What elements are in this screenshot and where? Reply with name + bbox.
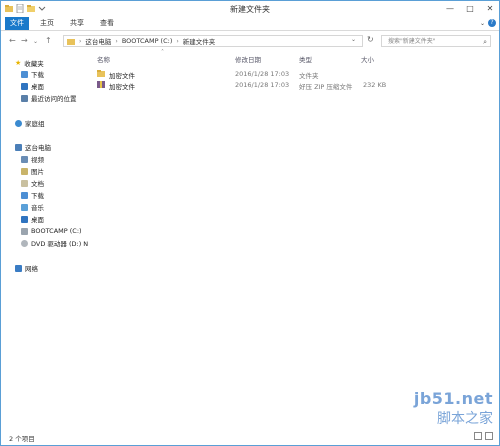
nav-item-dvd-drive[interactable]: DVD 驱动器 (D:) N [21, 238, 88, 248]
file-type: 文件夹 [299, 72, 319, 80]
computer-icon [15, 143, 22, 151]
search-placeholder: 搜索"新建文件夹" [388, 38, 436, 45]
nav-homegroup[interactable]: 家庭组 [15, 118, 45, 128]
breadcrumb-this-pc[interactable]: 这台电脑 [85, 36, 111, 46]
watermark-name: 脚本之家 [437, 411, 493, 427]
navigation-pane: ★ 收藏夹 下载 桌面 最近访问的位置 家庭组 这台电脑 视频 图片 文档 下载… [1, 53, 89, 427]
large-icons-view-icon[interactable] [485, 432, 493, 440]
breadcrumb-drive[interactable]: BOOTCAMP (C:) [122, 37, 173, 45]
desktop-icon [21, 82, 28, 90]
file-date: 2016/1/28 17:03 [235, 70, 290, 78]
back-arrow-icon[interactable]: ← [9, 36, 16, 45]
zip-archive-icon [97, 81, 105, 88]
explorer-window: 新建文件夹 — □ ✕ 文件 主页 共享 查看 ⌄ ? ← → ⌄ ↑ › 这台… [0, 0, 500, 446]
status-bar: 2 个项目 [1, 429, 499, 445]
column-header-name[interactable]: 名称 [97, 54, 110, 64]
file-size: 232 KB [363, 81, 387, 89]
tab-view[interactable]: 查看 [95, 17, 119, 30]
file-name: 加密文件 [109, 83, 135, 91]
download-folder-icon [21, 70, 28, 78]
homegroup-icon [15, 119, 22, 127]
sort-indicator-icon: ˄ [161, 49, 164, 56]
close-button[interactable]: ✕ [485, 4, 495, 13]
view-switcher [474, 432, 493, 440]
refresh-icon[interactable]: ↻ [367, 35, 374, 44]
file-date: 2016/1/28 17:03 [235, 81, 290, 89]
tab-home[interactable]: 主页 [35, 17, 59, 30]
file-row[interactable]: 加密文件 2016/1/28 17:03 文件夹 [97, 69, 397, 80]
watermark: jb51.net 脚本之家 [414, 389, 493, 428]
file-type: 好压 ZIP 压缩文件 [299, 83, 353, 91]
folder-icon [97, 70, 105, 77]
breadcrumb-separator: › [115, 37, 118, 45]
nav-item-desktop[interactable]: 桌面 [21, 81, 44, 91]
details-view-icon[interactable] [474, 432, 482, 440]
nav-item-drive-c[interactable]: BOOTCAMP (C:) [21, 226, 82, 236]
navigation-row: ← → ⌄ ↑ › 这台电脑 › BOOTCAMP (C:) › 新建文件夹 ⌄… [1, 31, 499, 51]
download-folder-icon [21, 191, 28, 199]
documents-folder-icon [21, 179, 28, 187]
file-list: ˄ 名称 修改日期 类型 大小 加密文件 2016/1/28 17:03 文件夹… [89, 49, 499, 427]
drive-icon [21, 227, 28, 235]
item-count: 2 个项目 [9, 435, 35, 443]
minimize-button[interactable]: — [445, 4, 455, 13]
nav-item-desktop-pc[interactable]: 桌面 [21, 214, 44, 224]
network-icon [15, 264, 22, 272]
window-controls: — □ ✕ [445, 4, 495, 13]
title-bar: 新建文件夹 — □ ✕ [1, 1, 499, 17]
nav-item-recent[interactable]: 最近访问的位置 [21, 93, 77, 103]
music-folder-icon [21, 203, 28, 211]
dvd-drive-icon [21, 239, 28, 247]
breadcrumb-separator: › [176, 37, 179, 45]
desktop-icon [21, 215, 28, 223]
tab-file[interactable]: 文件 [5, 17, 29, 30]
forward-arrow-icon[interactable]: → [21, 36, 28, 45]
up-arrow-icon[interactable]: ↑ [45, 36, 52, 45]
nav-network[interactable]: 网络 [15, 263, 38, 273]
nav-item-videos[interactable]: 视频 [21, 154, 44, 164]
file-row[interactable]: 加密文件 2016/1/28 17:03 好压 ZIP 压缩文件 232 KB [97, 80, 397, 91]
maximize-button[interactable]: □ [465, 4, 475, 13]
column-header-date[interactable]: 修改日期 [235, 54, 261, 64]
expand-ribbon-icon[interactable]: ⌄ [480, 20, 485, 27]
window-title: 新建文件夹 [230, 5, 270, 14]
nav-item-documents[interactable]: 文档 [21, 178, 44, 188]
nav-item-downloads[interactable]: 下载 [21, 69, 44, 79]
address-bar[interactable]: › 这台电脑 › BOOTCAMP (C:) › 新建文件夹 [63, 35, 363, 47]
nav-this-pc[interactable]: 这台电脑 [15, 142, 51, 152]
search-box[interactable]: 搜索"新建文件夹" ⌕ [381, 35, 491, 47]
nav-favorites[interactable]: ★ 收藏夹 [15, 58, 44, 68]
folder-icon [67, 38, 75, 45]
address-dropdown-icon[interactable]: ⌄ [351, 36, 356, 43]
breadcrumb-separator: › [79, 37, 82, 45]
watermark-site: jb51.net [413, 389, 493, 408]
column-header-type[interactable]: 类型 [299, 54, 312, 64]
nav-item-pictures[interactable]: 图片 [21, 166, 44, 176]
column-header-size[interactable]: 大小 [361, 54, 374, 64]
tab-share[interactable]: 共享 [65, 17, 89, 30]
nav-item-music[interactable]: 音乐 [21, 202, 44, 212]
search-icon[interactable]: ⌕ [483, 37, 487, 48]
recent-places-icon [21, 94, 28, 102]
pictures-folder-icon [21, 167, 28, 175]
breadcrumb-folder[interactable]: 新建文件夹 [183, 36, 216, 46]
nav-item-downloads-pc[interactable]: 下载 [21, 190, 44, 200]
help-icon[interactable]: ? [488, 19, 496, 27]
video-folder-icon [21, 155, 28, 163]
ribbon-tabs: 文件 主页 共享 查看 ⌄ ? [1, 17, 499, 31]
file-name: 加密文件 [109, 72, 135, 80]
star-icon: ★ [15, 59, 22, 67]
recent-locations-icon[interactable]: ⌄ [33, 38, 38, 45]
